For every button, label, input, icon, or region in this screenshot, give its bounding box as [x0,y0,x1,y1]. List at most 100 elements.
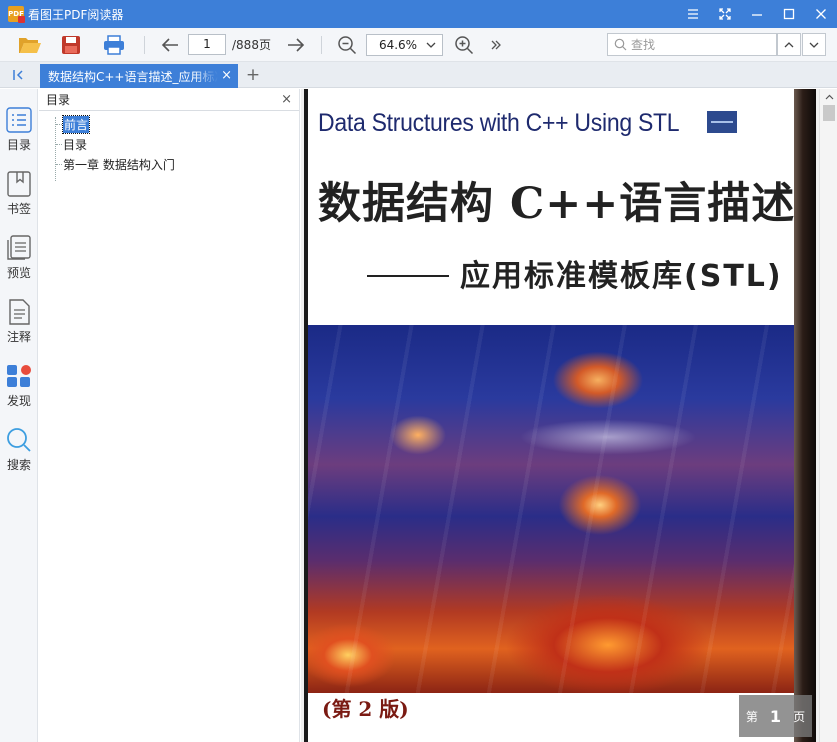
chevron-up-icon [825,94,833,100]
rail-item-outline[interactable]: 目录 [0,103,38,159]
page-total-label: /888页 [232,38,271,52]
rail-label: 目录 [6,138,31,152]
outline-item[interactable]: 第一章 数据结构入门 [39,154,299,174]
outline-panel: 目录 × 前言 目录 第一章 数据结构入门 [39,89,300,742]
page-number-input[interactable]: 1 [188,34,226,55]
outline-item[interactable]: 前言 [39,114,299,134]
close-tab-button[interactable]: × [221,68,232,83]
scroll-up-button[interactable] [820,89,837,105]
publisher-logo [707,111,737,133]
fullscreen-button[interactable] [709,0,741,28]
discover-icon [7,365,31,387]
hamburger-menu-icon [688,9,698,19]
print-icon [104,34,124,55]
cover-title-chinese: 数据结构 C++语言描述 [318,179,796,229]
cover-title-english: Data Structures with C++ Using STL [318,109,680,137]
scroll-thumb[interactable] [823,105,835,121]
rail-item-annotation[interactable]: 注释 [0,295,38,351]
page-indicator-badge: 第 1 页 [739,695,812,737]
zoom-out-button[interactable] [332,32,362,58]
left-rail: 目录 书签 预览 注释 发现 搜索 [0,89,38,742]
next-page-button[interactable] [281,32,311,58]
cover-subtitle-dash [367,275,449,277]
outline-tree: 前言 目录 第一章 数据结构入门 [39,111,299,181]
outline-panel-title: 目录 [46,93,71,107]
title-bar: PDF 看图王PDF阅读器 [0,0,837,28]
close-window-button[interactable] [805,0,837,28]
outline-item-label: 前言 [61,114,91,134]
vertical-scrollbar[interactable] [819,89,837,742]
app-title: 看图王PDF阅读器 [28,7,124,22]
arrow-right-icon [287,37,305,52]
bookmark-icon [7,171,31,197]
toolbar-divider [320,35,322,54]
rail-label: 发现 [6,394,31,408]
toolbar-divider [144,35,145,54]
print-button[interactable] [99,32,129,58]
chevron-down-icon [809,42,819,48]
page-binding-edge [794,89,816,742]
zoom-select[interactable]: 64.6% [365,33,443,56]
outline-item[interactable]: 目录 [39,134,299,154]
rail-item-search[interactable]: 搜索 [0,423,38,479]
folder-open-icon [19,37,41,53]
pdf-page: Data Structures with C++ Using STL 数据结构 … [304,89,816,742]
search-icon [7,428,31,452]
outline-item-label: 目录 [63,137,88,152]
open-file-button[interactable] [15,32,45,58]
close-panel-button[interactable]: × [281,92,292,107]
document-tab-label: 数据结构C++语言描述_应用标准模板库(STL) [48,69,218,84]
rail-item-preview[interactable]: 预览 [0,231,38,287]
maximize-icon [783,8,795,20]
search-input[interactable]: 查找 [607,33,777,56]
document-tab[interactable]: 数据结构C++语言描述_应用标准模板库(STL) × [40,64,238,88]
save-icon [62,35,80,54]
outline-icon [6,107,32,133]
double-chevron-right-icon [491,40,501,49]
annotation-icon [9,299,30,325]
zoom-in-icon [455,35,473,54]
toolbar: 1 /888页 64.6% 查找 [0,28,837,62]
search-placeholder: 查找 [631,38,656,52]
rail-label: 预览 [6,266,31,280]
chevron-up-icon [784,41,794,47]
menu-button[interactable] [677,0,709,28]
maximize-button[interactable] [773,0,805,28]
collapse-sidebar-button[interactable] [0,62,38,88]
search-next-button[interactable] [802,33,826,56]
search-icon [614,38,627,51]
search-previous-button[interactable] [777,33,801,56]
chevron-down-icon [426,42,436,48]
fullscreen-icon [719,8,731,20]
window-controls [677,0,837,28]
thumbnails-icon [7,235,31,260]
collapse-left-icon [13,70,23,80]
zoom-out-icon [338,35,356,54]
rail-label: 搜索 [6,458,31,472]
new-tab-button[interactable]: + [244,64,262,86]
rail-label: 书签 [6,202,31,216]
previous-page-button[interactable] [155,32,185,58]
outline-panel-header: 目录 × [39,89,299,111]
more-tools-button[interactable] [481,32,511,58]
save-button[interactable] [56,32,86,58]
tab-bar: 数据结构C++语言描述_应用标准模板库(STL) × + [0,62,837,88]
rail-item-bookmark[interactable]: 书签 [0,167,38,223]
document-viewer[interactable]: Data Structures with C++ Using STL 数据结构 … [301,89,819,742]
outline-item-label: 第一章 数据结构入门 [63,157,175,172]
zoom-value: 64.6% [378,37,418,52]
page-indicator-prefix: 第 [745,709,758,724]
page-indicator-suffix: 页 [793,709,806,724]
page-indicator-number: 1 [769,706,782,726]
rail-item-discover[interactable]: 发现 [0,359,38,415]
arrow-left-icon [161,37,178,52]
cover-edition: (第 2 版) [322,697,409,721]
app-logo: PDF [8,6,25,23]
minimize-icon [752,14,762,16]
cover-subtitle: 应用标准模板库(STL) [460,259,783,294]
cover-artwork [308,325,794,693]
rail-label: 注释 [6,330,31,344]
zoom-in-button[interactable] [449,32,479,58]
minimize-button[interactable] [741,0,773,28]
close-icon [816,9,826,19]
